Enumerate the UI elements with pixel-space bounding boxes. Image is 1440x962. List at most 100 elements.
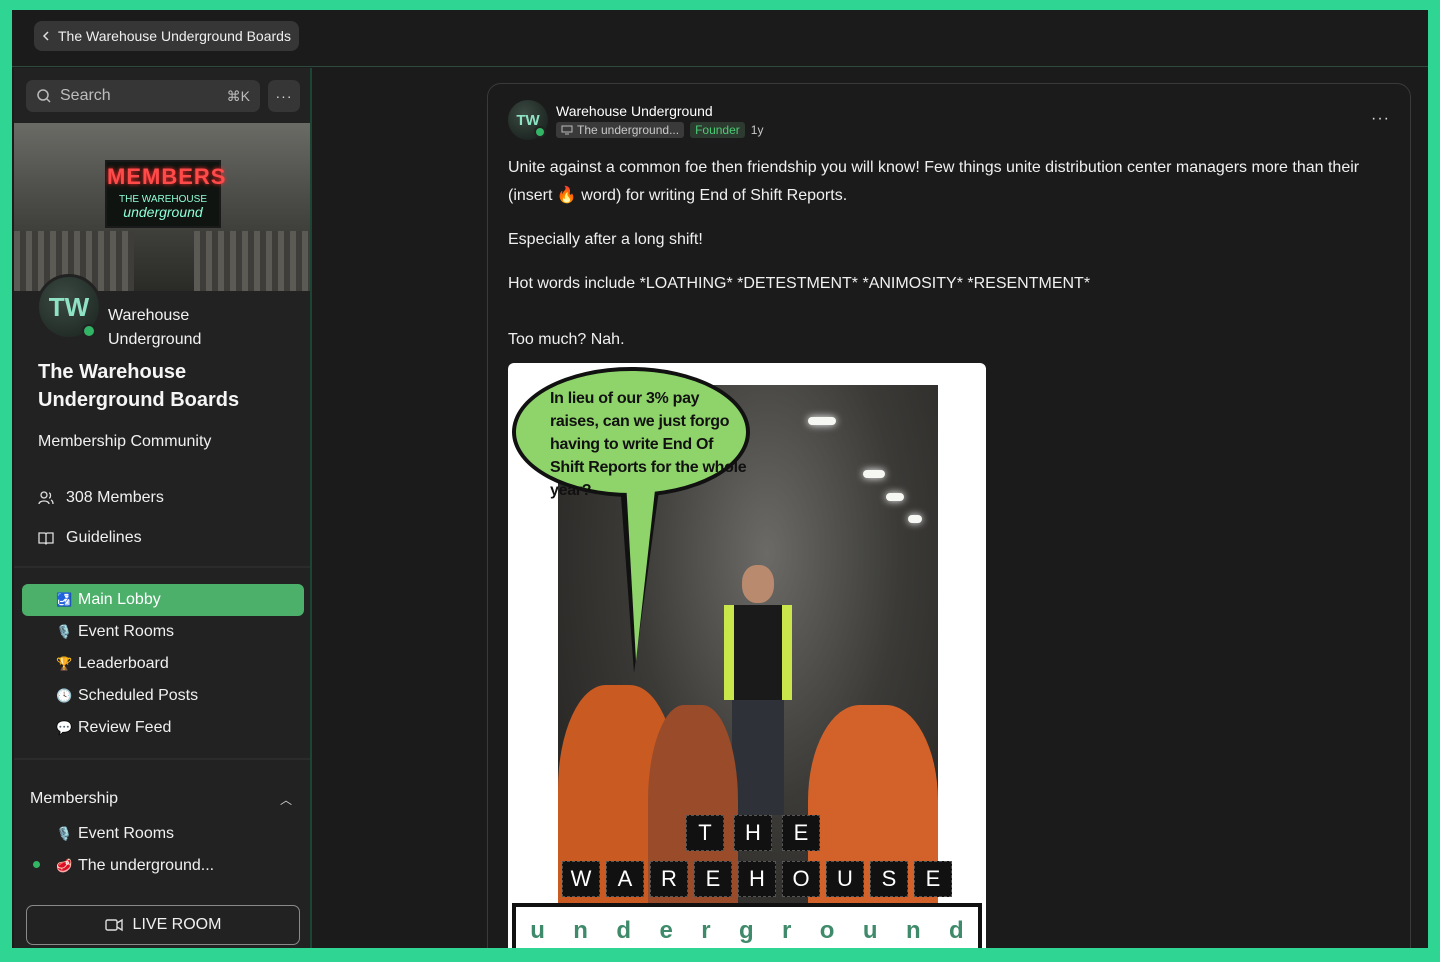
membership-event-rooms[interactable]: 🎙️ Event Rooms [22,818,304,850]
meme-image[interactable]: In lieu of our 3% pay raises, can we jus… [508,363,986,948]
ceiling-light [863,470,885,478]
sidebar-divider [14,566,310,568]
members-count: 308 Members [66,489,164,506]
nav-label: Leaderboard [78,655,169,672]
chevron-left-icon [42,31,49,41]
nav-label: Scheduled Posts [78,687,199,704]
logo-letter: r [782,917,792,944]
logo-letter: d [616,917,632,944]
logo-warehouse: W A R E H O U S E [562,861,952,897]
logo-tile: E [782,815,820,851]
sign-main-text: MEMBERS [107,164,227,189]
logo-letter: o [819,917,835,944]
chevron-up-icon[interactable]: ︿ [280,791,292,808]
members-link[interactable]: 308 Members [38,489,164,507]
chat-bubble-icon: 💬 [56,720,73,735]
book-icon [38,532,54,545]
sidebar-divider [14,758,310,760]
community-banner: MEMBERS THE WAREHOUSE underground [14,123,310,291]
bubble-text: In lieu of our 3% pay raises, can we jus… [550,390,747,499]
video-camera-icon [104,918,123,932]
app-window: The Warehouse Underground Boards Search … [12,10,1428,948]
logo-tile: O [782,861,820,897]
monitor-icon [561,125,573,135]
logo-letter: d [949,917,964,944]
logo-the: T H E [686,815,820,851]
nav-label: The underground... [78,857,215,874]
lobby-icon: 🛃 [56,592,73,607]
logo-letter: g [738,917,754,944]
search-shortcut: ⌘K [226,87,250,104]
microphone-icon: 🎙️ [56,826,73,841]
logo-tile: H [734,815,772,851]
guidelines-link[interactable]: Guidelines [38,529,142,547]
logo-tile: U [826,861,864,897]
online-status-dot [534,126,546,138]
group-subtitle: Membership Community [38,433,212,450]
search-placeholder: Search [60,87,111,104]
search-input[interactable]: Search ⌘K [26,80,260,112]
logo-letter: n [573,917,588,944]
back-label: The Warehouse Underground Boards [58,28,291,44]
live-room-label: LIVE ROOM [132,916,222,933]
nav-main-lobby[interactable]: 🛃 Main Lobby [22,584,304,616]
bubble-tail [626,481,656,661]
microphone-icon: 🎙️ [56,624,73,639]
search-icon [37,89,51,103]
nav-review-feed[interactable]: 💬 Review Feed [22,712,304,744]
logo-letter: e [659,917,673,944]
nav-leaderboard[interactable]: 🏆 Leaderboard [22,648,304,680]
logo-letter: r [701,917,711,944]
room-name: The underground... [577,123,680,137]
ceiling-light [908,515,922,523]
room-chip[interactable]: The underground... [556,122,685,138]
online-status-dot [82,324,96,338]
founder-badge: Founder [690,122,745,138]
logo-underground: u n d e r g r o u n d [512,903,982,948]
banner-shelf [194,231,310,291]
post-paragraph: Hot words include *LOATHING* *DETESTMENT… [508,275,1091,292]
post-options-icon[interactable]: ··· [1371,110,1390,128]
nav-scheduled-posts[interactable]: 🕓 Scheduled Posts [22,680,304,712]
logo-tile: W [562,861,600,897]
logo-tile: A [606,861,644,897]
guidelines-label: Guidelines [66,529,142,546]
ceiling-light [886,493,904,501]
logo-tile: E [914,861,952,897]
post-card: T W Warehouse Underground The underground… [487,83,1411,948]
nav-label: Event Rooms [78,623,175,640]
post-meta: The underground... Founder 1y [556,122,763,138]
trophy-icon: 🏆 [56,656,73,671]
author-name[interactable]: Warehouse Underground [556,103,713,119]
back-to-board-button[interactable]: The Warehouse Underground Boards [34,21,299,51]
membership-section-header[interactable]: Membership ︿ [30,790,292,808]
live-room-button[interactable]: LIVE ROOM [26,905,300,945]
logo-tile: H [738,861,776,897]
membership-the-underground[interactable]: 🥩 The underground... [22,850,304,882]
sign-line2: underground [123,204,203,220]
steak-icon: 🥩 [56,858,73,873]
post-age: 1y [750,123,764,137]
nav-event-rooms[interactable]: 🎙️ Event Rooms [22,616,304,648]
post-paragraph: Especially after a long shift! [508,231,703,248]
post-body: Unite against a common foe then friendsh… [508,154,1393,370]
ceiling-light [808,417,836,425]
logo-tile: S [870,861,908,897]
more-options-button[interactable]: ··· [268,80,300,112]
nav-label: Event Rooms [78,825,175,842]
sidebar: Search ⌘K ··· MEMBERS THE WAREHOUSE unde… [14,68,312,948]
nav-label: Review Feed [78,719,172,736]
logo-tile: E [694,861,732,897]
more-icon: ··· [275,88,293,104]
logo-tile: R [650,861,688,897]
group-title: The Warehouse Underground Boards [38,361,240,411]
clock-icon: 🕓 [56,688,73,703]
nav-label: Main Lobby [78,591,161,608]
owner-name[interactable]: Warehouse Underground [108,304,248,352]
top-bar: The Warehouse Underground Boards [12,10,1428,67]
members-icon [38,491,54,505]
post-paragraph: Unite against a common foe then friendsh… [508,159,1360,204]
section-title: Membership [30,790,119,807]
logo-letter: u [862,917,878,944]
logo-letter: u [530,917,545,944]
